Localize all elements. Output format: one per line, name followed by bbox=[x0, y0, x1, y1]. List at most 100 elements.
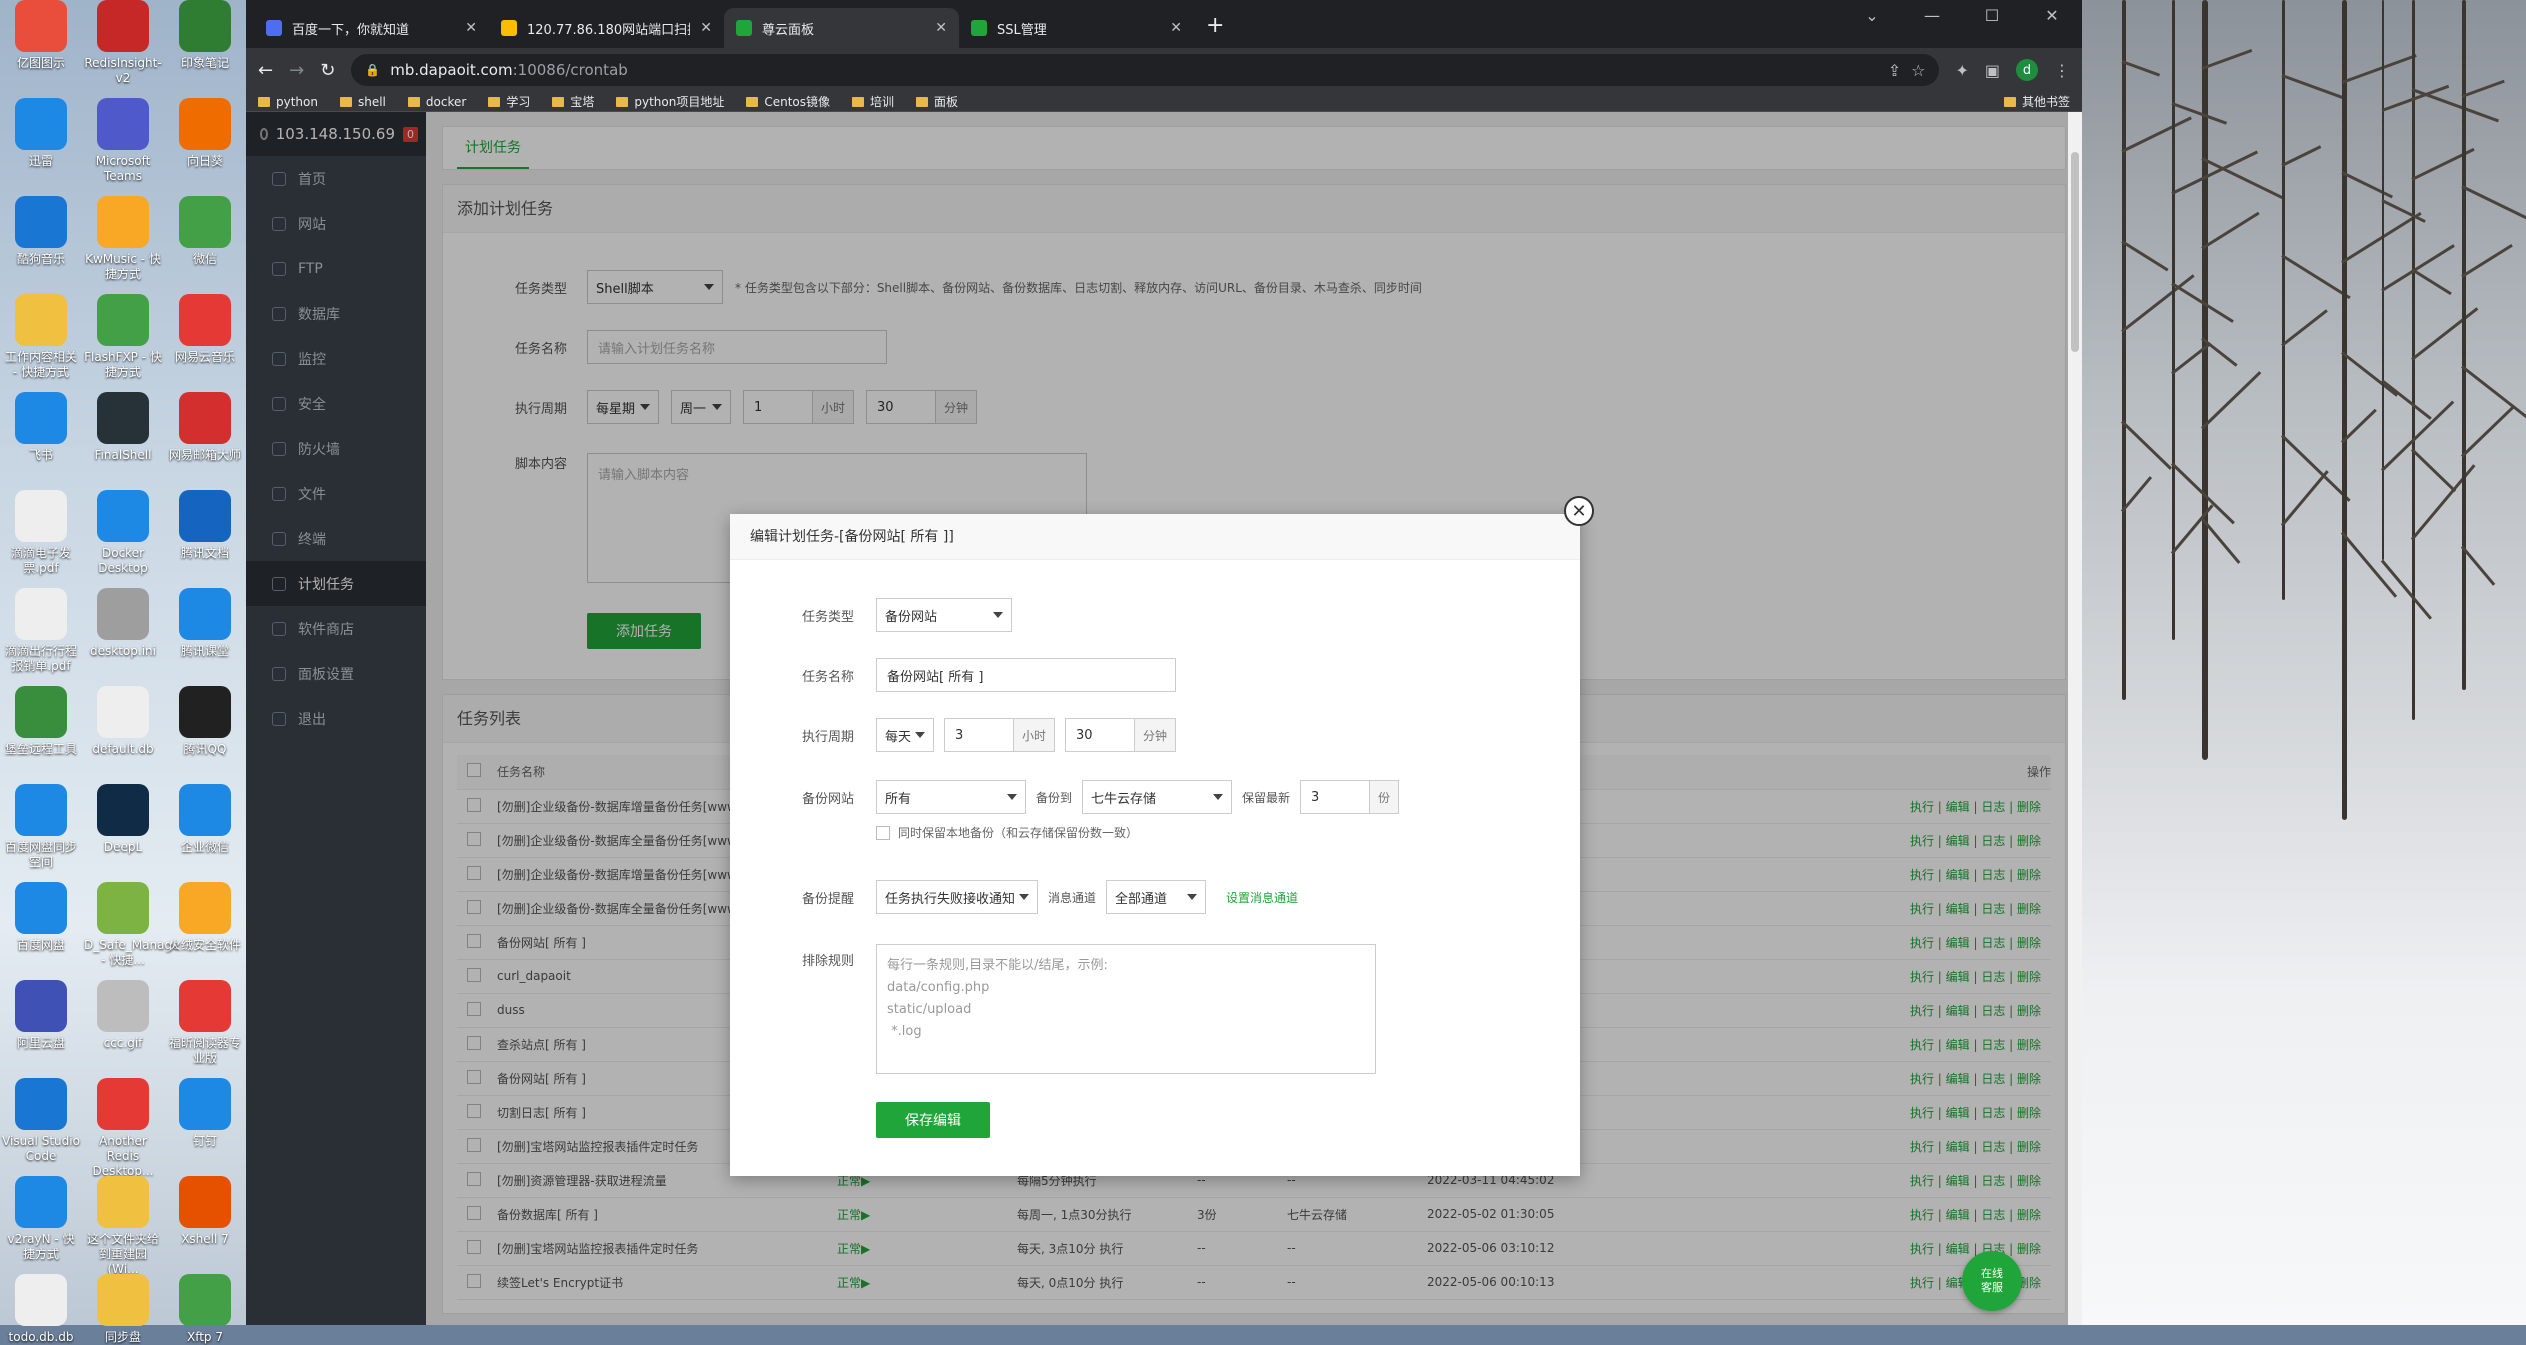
m-channel-select[interactable]: 全部通道 bbox=[1106, 880, 1207, 914]
close-icon[interactable]: ✕ bbox=[1170, 20, 1182, 36]
close-icon[interactable]: ✕ bbox=[2022, 0, 2082, 30]
bookmark-item[interactable]: shell bbox=[339, 93, 386, 110]
m-notify-select[interactable]: 任务执行失败接收通知 bbox=[876, 880, 1038, 914]
tree-trunk bbox=[2122, 0, 2126, 700]
exclude-rules-textarea[interactable]: 每行一条规则,目录不能以/结尾，示例: data/config.php static… bbox=[876, 944, 1376, 1074]
close-icon[interactable]: ✕ bbox=[1564, 496, 1594, 526]
bookmark-item[interactable]: 面板 bbox=[916, 93, 958, 110]
close-icon[interactable]: ✕ bbox=[935, 20, 947, 36]
desktop-icon[interactable]: Visual Studio Code bbox=[2, 1078, 80, 1164]
bookmark-item[interactable]: 宝塔 bbox=[552, 93, 594, 110]
desktop-icon[interactable]: D_Safe_Manage - 快捷... bbox=[84, 882, 179, 968]
desktop-icon[interactable]: Xftp 7 bbox=[166, 1274, 244, 1345]
m-task-type-select[interactable]: 备份网站 bbox=[876, 598, 1012, 632]
app-icon bbox=[15, 392, 67, 444]
browser-tab[interactable]: 尊云面板 ✕ bbox=[724, 8, 959, 48]
desktop-icon[interactable]: 百度网盘 bbox=[2, 882, 80, 953]
desktop-icon[interactable]: 飞书 bbox=[2, 392, 80, 463]
desktop-icon[interactable]: 企业微信 bbox=[166, 784, 244, 855]
desktop-icon[interactable]: Xshell 7 bbox=[166, 1176, 244, 1247]
desktop-icon[interactable]: 同步盘 bbox=[84, 1274, 162, 1345]
desktop-icon[interactable]: 福昕阅读器专业版 bbox=[166, 980, 244, 1066]
desktop-icon[interactable]: 阿里云盘 bbox=[2, 980, 80, 1051]
set-channel-link[interactable]: 设置消息通道 bbox=[1226, 889, 1298, 906]
bookmark-item[interactable]: python bbox=[258, 93, 318, 110]
desktop-icon[interactable]: FlashFXP - 快捷方式 bbox=[84, 294, 162, 380]
desktop-icon[interactable]: todo.db.db bbox=[2, 1274, 80, 1345]
minimize-icon[interactable]: — bbox=[1902, 0, 1962, 30]
extensions-icon[interactable]: ✦ bbox=[1955, 61, 1968, 80]
scrollbar-thumb[interactable] bbox=[2071, 152, 2079, 352]
close-icon[interactable]: ✕ bbox=[700, 20, 712, 36]
desktop-icon[interactable]: 这个文件夹给到重建园 (Wi... bbox=[84, 1176, 162, 1277]
m-task-name-input[interactable]: 备份网站[ 所有 ] bbox=[876, 658, 1176, 692]
desktop-icon[interactable]: ccc.gif bbox=[84, 980, 162, 1051]
forward-icon[interactable]: → bbox=[289, 60, 304, 81]
m-keep-input[interactable]: 3 bbox=[1300, 780, 1371, 814]
desktop-icon[interactable]: 工作内容相关 - 快捷方式 bbox=[2, 294, 80, 380]
desktop-icon[interactable]: 酷狗音乐 bbox=[2, 196, 80, 267]
browser-tab[interactable]: 百度一下，你就知道 ✕ bbox=[254, 8, 489, 48]
bookmark-item[interactable]: python项目地址 bbox=[616, 93, 724, 110]
sidepanel-icon[interactable]: ▣ bbox=[1985, 61, 2000, 80]
profile-avatar[interactable]: d bbox=[2016, 59, 2038, 81]
app-icon bbox=[97, 1078, 149, 1130]
desktop-icon[interactable]: 微信 bbox=[166, 196, 244, 267]
desktop-icon-label: 亿图图示 bbox=[16, 56, 65, 70]
desktop-icon[interactable]: 腾讯QQ bbox=[166, 686, 244, 757]
desktop-icon[interactable]: 网易邮箱大师 bbox=[166, 392, 244, 463]
tree-branch bbox=[2381, 244, 2455, 292]
desktop-icon-label: 百度网盘 bbox=[16, 938, 65, 952]
desktop-icon[interactable]: Another Redis Desktop... bbox=[84, 1078, 162, 1179]
maximize-icon[interactable]: ☐ bbox=[1962, 0, 2022, 30]
save-edit-button[interactable]: 保存编辑 bbox=[876, 1102, 990, 1138]
desktop-icon[interactable]: default.db bbox=[84, 686, 162, 757]
bookmark-other[interactable]: 其他书签 bbox=[2003, 93, 2070, 110]
desktop-icon[interactable]: 火绒安全软件 bbox=[166, 882, 244, 953]
desktop-icon[interactable]: 亿图图示 bbox=[2, 0, 80, 71]
bookmark-label: python bbox=[276, 94, 318, 109]
bookmark-item[interactable]: docker bbox=[407, 93, 466, 110]
desktop-icon[interactable]: desktop.ini bbox=[84, 588, 162, 659]
m-site-select[interactable]: 所有 bbox=[876, 780, 1026, 814]
desktop-icon[interactable]: 印象笔记 bbox=[166, 0, 244, 71]
desktop-icon[interactable]: v2rayN - 快捷方式 bbox=[2, 1176, 80, 1262]
new-tab-button[interactable]: + bbox=[1206, 13, 1224, 38]
desktop-icon[interactable]: 腾讯课堂 bbox=[166, 588, 244, 659]
bookmark-item[interactable]: 学习 bbox=[488, 93, 530, 110]
desktop-icon[interactable]: 网易云音乐 bbox=[166, 294, 244, 365]
m-hour-input[interactable]: 3 bbox=[944, 718, 1014, 752]
bookmark-item[interactable]: 培训 bbox=[852, 93, 894, 110]
page-scrollbar[interactable] bbox=[2068, 112, 2082, 1325]
desktop-icon[interactable]: Microsoft Teams bbox=[84, 98, 162, 184]
desktop-icon[interactable]: DeepL bbox=[84, 784, 162, 855]
desktop-icon[interactable]: 向日葵 bbox=[166, 98, 244, 169]
back-icon[interactable]: ← bbox=[258, 60, 273, 81]
desktop-icon[interactable]: 迅雷 bbox=[2, 98, 80, 169]
desktop-icon[interactable]: 滴滴电子发票.pdf bbox=[2, 490, 80, 576]
chevron-down-icon[interactable]: ⌄ bbox=[1842, 0, 1902, 30]
chat-support-button[interactable]: 在线 客服 bbox=[1962, 1251, 2022, 1311]
bookmark-item[interactable]: Centos镜像 bbox=[746, 93, 830, 110]
url-field[interactable]: 🔒 mb.dapaoit.com:10086/crontab ⇪ ☆ bbox=[351, 54, 1940, 86]
desktop-icon[interactable]: Docker Desktop bbox=[84, 490, 162, 576]
m-dest-select[interactable]: 七牛云存储 bbox=[1082, 780, 1233, 814]
share-icon[interactable]: ⇪ bbox=[1888, 61, 1901, 80]
desktop-icon[interactable]: KwMusic - 快捷方式 bbox=[84, 196, 162, 282]
m-period-select[interactable]: 每天 bbox=[876, 718, 934, 752]
star-icon[interactable]: ☆ bbox=[1911, 61, 1925, 80]
reload-icon[interactable]: ↻ bbox=[320, 60, 335, 81]
m-minute-input[interactable]: 30 bbox=[1065, 718, 1136, 752]
desktop-icon[interactable]: 钉钉 bbox=[166, 1078, 244, 1149]
browser-tab[interactable]: SSL管理 ✕ bbox=[959, 8, 1194, 48]
desktop-icon[interactable]: RedisInsight-v2 bbox=[84, 0, 162, 86]
local-backup-checkbox[interactable] bbox=[876, 825, 890, 840]
desktop-icon[interactable]: 堡垒远程工具 bbox=[2, 686, 80, 757]
desktop-icon[interactable]: 腾讯文档 bbox=[166, 490, 244, 561]
browser-tab[interactable]: 120.77.86.180网站端口扫描结果 ✕ bbox=[489, 8, 724, 48]
menu-icon[interactable]: ⋮ bbox=[2054, 61, 2070, 80]
close-icon[interactable]: ✕ bbox=[465, 20, 477, 36]
desktop-icon[interactable]: 滴滴出行行程报销单.pdf bbox=[2, 588, 80, 674]
desktop-icon[interactable]: FinalShell bbox=[84, 392, 162, 463]
desktop-icon[interactable]: 百度网盘同步空间 bbox=[2, 784, 80, 870]
